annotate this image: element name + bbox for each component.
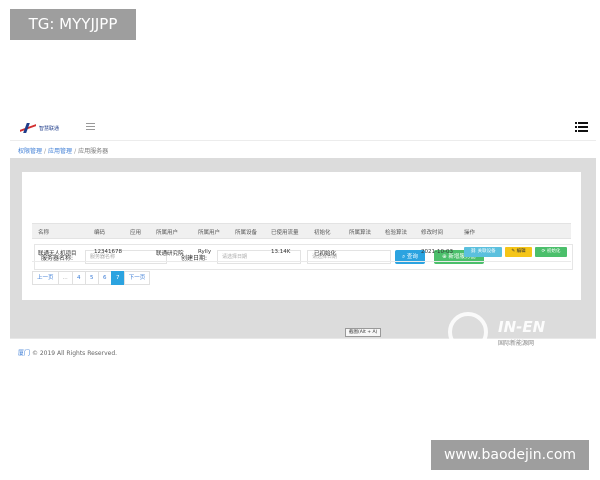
list-view-icon[interactable]	[575, 122, 588, 133]
footer-brand-link[interactable]: 厦门	[18, 350, 30, 357]
page-button-4[interactable]: 4	[71, 271, 86, 285]
header-check: 检验算法	[385, 230, 408, 236]
logo[interactable]: 智慧联通	[20, 122, 66, 134]
cell-name: 联通无人机项目	[38, 251, 77, 257]
initialize-button[interactable]: ⟳ 初始化	[535, 247, 567, 257]
prev-page-button[interactable]: 上一页	[32, 271, 59, 285]
breadcrumb: 权限管理 / 应用管理 / 应用服务器	[18, 148, 109, 155]
hamburger-menu-icon[interactable]	[86, 123, 95, 131]
cell-traffic: 13.14K	[271, 249, 291, 255]
page-button-7-current[interactable]: 7	[110, 271, 125, 285]
pagination-ellipsis: ...	[57, 271, 73, 285]
header-code: 编码	[94, 230, 106, 236]
watermark-brand: IN-EN	[498, 318, 546, 336]
header-app: 应用	[130, 230, 142, 236]
table-row: 联通无人机项目 12341678 联通研究院 Rylly 13.14K 已初始化…	[32, 242, 571, 262]
edit-label: 编辑	[516, 249, 526, 254]
breadcrumb-item-permissions[interactable]: 权限管理	[18, 148, 42, 155]
refresh-icon: ⟳	[541, 249, 546, 254]
header-name: 名称	[38, 230, 50, 236]
header-device: 所属设备	[235, 230, 258, 236]
in-en-watermark: IN-EN 国际新能源网	[448, 308, 598, 364]
header-modified: 修改时间	[421, 230, 444, 236]
watermark-subtitle: 国际新能源网	[498, 340, 535, 347]
cell-init: 已初始化	[314, 251, 337, 257]
pagination: 上一页 ... 4 5 6 7 下一页	[32, 271, 151, 285]
header-owner: 所属用户	[156, 230, 179, 236]
footer-copyright-text: © 2019 All Rights Reserved.	[31, 350, 118, 357]
related-devices-label: 关联设备	[477, 249, 496, 254]
footer-copyright: 厦门 © 2019 All Rights Reserved.	[18, 348, 117, 357]
header-algo: 所属算法	[349, 230, 372, 236]
table-header: 名称 编码 应用 所属用户 所属用户 所属设备 已使用流量 初始化 所属算法 检…	[32, 223, 571, 239]
cell-modified: 2021-10-03	[421, 249, 453, 255]
header-actions: 操作	[464, 230, 476, 236]
sun-logo-icon	[448, 312, 488, 352]
cell-user: Rylly	[198, 249, 212, 255]
link-icon: ⛓	[470, 249, 477, 254]
page-button-5[interactable]: 5	[84, 271, 99, 285]
initialize-label: 初始化	[546, 249, 561, 254]
breadcrumb-item-apps[interactable]: 应用管理	[48, 148, 72, 155]
site-watermark-badge: www.baodejin.com	[431, 440, 589, 470]
screenshot-tooltip: 截图(Alt + A)	[345, 328, 382, 337]
cell-owner: 联通研究院	[156, 251, 184, 257]
header-traffic: 已使用流量	[271, 230, 299, 236]
top-bar: 智慧联通	[10, 114, 596, 141]
header-user: 所属用户	[198, 230, 221, 236]
tg-watermark-badge: TG: MYYJJPP	[10, 9, 136, 40]
pencil-icon: ✎	[511, 249, 516, 254]
logo-mark-icon	[20, 123, 36, 133]
header-init: 初始化	[314, 230, 331, 236]
logo-text: 智慧联通	[39, 125, 60, 132]
cell-code: 12341678	[94, 249, 122, 255]
edit-button[interactable]: ✎ 编辑	[505, 247, 532, 257]
page-button-6[interactable]: 6	[97, 271, 112, 285]
breadcrumb-item-current: 应用服务器	[78, 148, 109, 155]
related-devices-button[interactable]: ⛓ 关联设备	[464, 247, 502, 257]
next-page-button[interactable]: 下一页	[123, 271, 151, 285]
